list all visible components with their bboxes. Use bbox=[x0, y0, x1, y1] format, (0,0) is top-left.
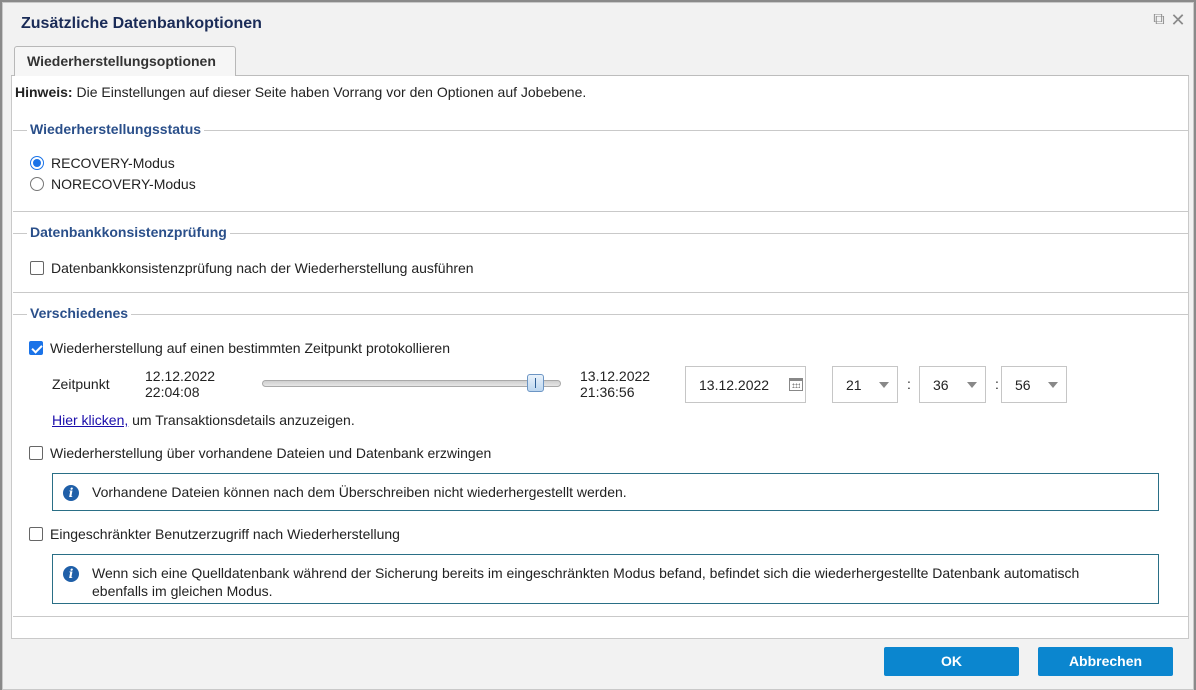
time-slider-thumb[interactable] bbox=[527, 374, 544, 392]
restricted-access-checkbox[interactable] bbox=[29, 527, 43, 541]
tab-content: Hinweis: Die Einstellungen auf dieser Se… bbox=[11, 76, 1189, 639]
restricted-access-label: Eingeschränkter Benutzerzugriff nach Wie… bbox=[50, 526, 400, 542]
second-value: 56 bbox=[1015, 377, 1031, 393]
norecovery-radio-label: NORECOVERY-Modus bbox=[51, 176, 196, 192]
calendar-icon[interactable] bbox=[789, 378, 803, 391]
note-label: Hinweis: bbox=[15, 84, 73, 100]
minute-value: 36 bbox=[933, 377, 949, 393]
chevron-down-icon bbox=[879, 382, 889, 388]
point-in-time-row[interactable]: Wiederherstellung auf einen bestimmten Z… bbox=[29, 340, 450, 356]
hour-value: 21 bbox=[846, 377, 862, 393]
radio-norecovery[interactable]: NORECOVERY-Modus bbox=[30, 176, 196, 192]
time-separator: : bbox=[907, 376, 911, 392]
point-in-time-label: Wiederherstellung auf einen bestimmten Z… bbox=[50, 340, 450, 356]
consistency-checkbox[interactable] bbox=[30, 261, 44, 275]
close-icon[interactable]: ✕ bbox=[1170, 11, 1186, 29]
consistency-legend: Datenbankkonsistenzprüfung bbox=[27, 224, 230, 240]
second-select[interactable]: 56 bbox=[1001, 366, 1067, 403]
force-restore-row[interactable]: Wiederherstellung über vorhandene Dateie… bbox=[29, 445, 491, 461]
date-value: 13.12.2022 bbox=[699, 377, 770, 393]
details-link[interactable]: Hier klicken, bbox=[52, 412, 128, 428]
recovery-status-legend: Wiederherstellungsstatus bbox=[27, 121, 205, 137]
info-icon: i bbox=[63, 566, 79, 582]
title-bar: Zusätzliche Datenbankoptionen ⧉ ✕ bbox=[3, 3, 1193, 43]
tab-wiederherstellungsoptionen[interactable]: Wiederherstellungsoptionen bbox=[14, 46, 236, 77]
range-end-time: 21:36:56 bbox=[580, 384, 635, 400]
zeitpunkt-label: Zeitpunkt bbox=[52, 376, 110, 392]
force-restore-info-text: Vorhandene Dateien können nach dem Übers… bbox=[92, 484, 627, 500]
range-start-time: 22:04:08 bbox=[145, 384, 200, 400]
recovery-status-group: Wiederherstellungsstatus RECOVERY-Modus … bbox=[13, 121, 1189, 212]
consistency-group: Datenbankkonsistenzprüfung Datenbankkons… bbox=[13, 224, 1189, 293]
restricted-access-row[interactable]: Eingeschränkter Benutzerzugriff nach Wie… bbox=[29, 526, 400, 542]
norecovery-radio[interactable] bbox=[30, 177, 44, 191]
range-start: 12.12.2022 22:04:08 bbox=[145, 368, 215, 400]
force-restore-checkbox[interactable] bbox=[29, 446, 43, 460]
note: Hinweis: Die Einstellungen auf dieser Se… bbox=[15, 84, 586, 100]
dialog-title: Zusätzliche Datenbankoptionen bbox=[21, 15, 262, 32]
misc-legend: Verschiedenes bbox=[27, 305, 132, 321]
note-text: Die Einstellungen auf dieser Seite haben… bbox=[72, 84, 587, 100]
force-restore-info: i Vorhandene Dateien können nach dem Übe… bbox=[52, 473, 1159, 511]
cancel-button[interactable]: Abbrechen bbox=[1038, 647, 1173, 676]
range-start-date: 12.12.2022 bbox=[145, 368, 216, 384]
details-text: um Transaktionsdetails anzuzeigen. bbox=[128, 412, 355, 428]
restricted-access-info: i Wenn sich eine Quelldatenbank während … bbox=[52, 554, 1159, 604]
range-end-date: 13.12.2022 bbox=[580, 368, 651, 384]
restore-icon[interactable]: ⧉ bbox=[1151, 12, 1167, 28]
info-icon: i bbox=[63, 485, 79, 501]
time-separator: : bbox=[995, 376, 999, 392]
consistency-row[interactable]: Datenbankkonsistenzprüfung nach der Wied… bbox=[30, 260, 474, 276]
chevron-down-icon bbox=[1048, 382, 1058, 388]
restricted-access-info-text: Wenn sich eine Quelldatenbank während de… bbox=[92, 565, 1080, 599]
chevron-down-icon bbox=[967, 382, 977, 388]
point-in-time-checkbox[interactable] bbox=[29, 341, 43, 355]
range-end: 13.12.2022 21:36:56 bbox=[580, 368, 650, 400]
dialog-window: Zusätzliche Datenbankoptionen ⧉ ✕ Wieder… bbox=[2, 2, 1194, 690]
consistency-checkbox-label: Datenbankkonsistenzprüfung nach der Wied… bbox=[51, 260, 474, 276]
recovery-radio[interactable] bbox=[30, 156, 44, 170]
date-input[interactable]: 13.12.2022 bbox=[685, 366, 806, 403]
ok-button[interactable]: OK bbox=[884, 647, 1019, 676]
recovery-radio-label: RECOVERY-Modus bbox=[51, 155, 175, 171]
details-line: Hier klicken, um Transaktionsdetails anz… bbox=[52, 412, 355, 428]
minute-select[interactable]: 36 bbox=[919, 366, 986, 403]
force-restore-label: Wiederherstellung über vorhandene Dateie… bbox=[50, 445, 492, 461]
time-slider-track[interactable] bbox=[262, 380, 561, 387]
hour-select[interactable]: 21 bbox=[832, 366, 898, 403]
tab-bar: Wiederherstellungsoptionen bbox=[11, 43, 1189, 77]
radio-recovery[interactable]: RECOVERY-Modus bbox=[30, 155, 175, 171]
